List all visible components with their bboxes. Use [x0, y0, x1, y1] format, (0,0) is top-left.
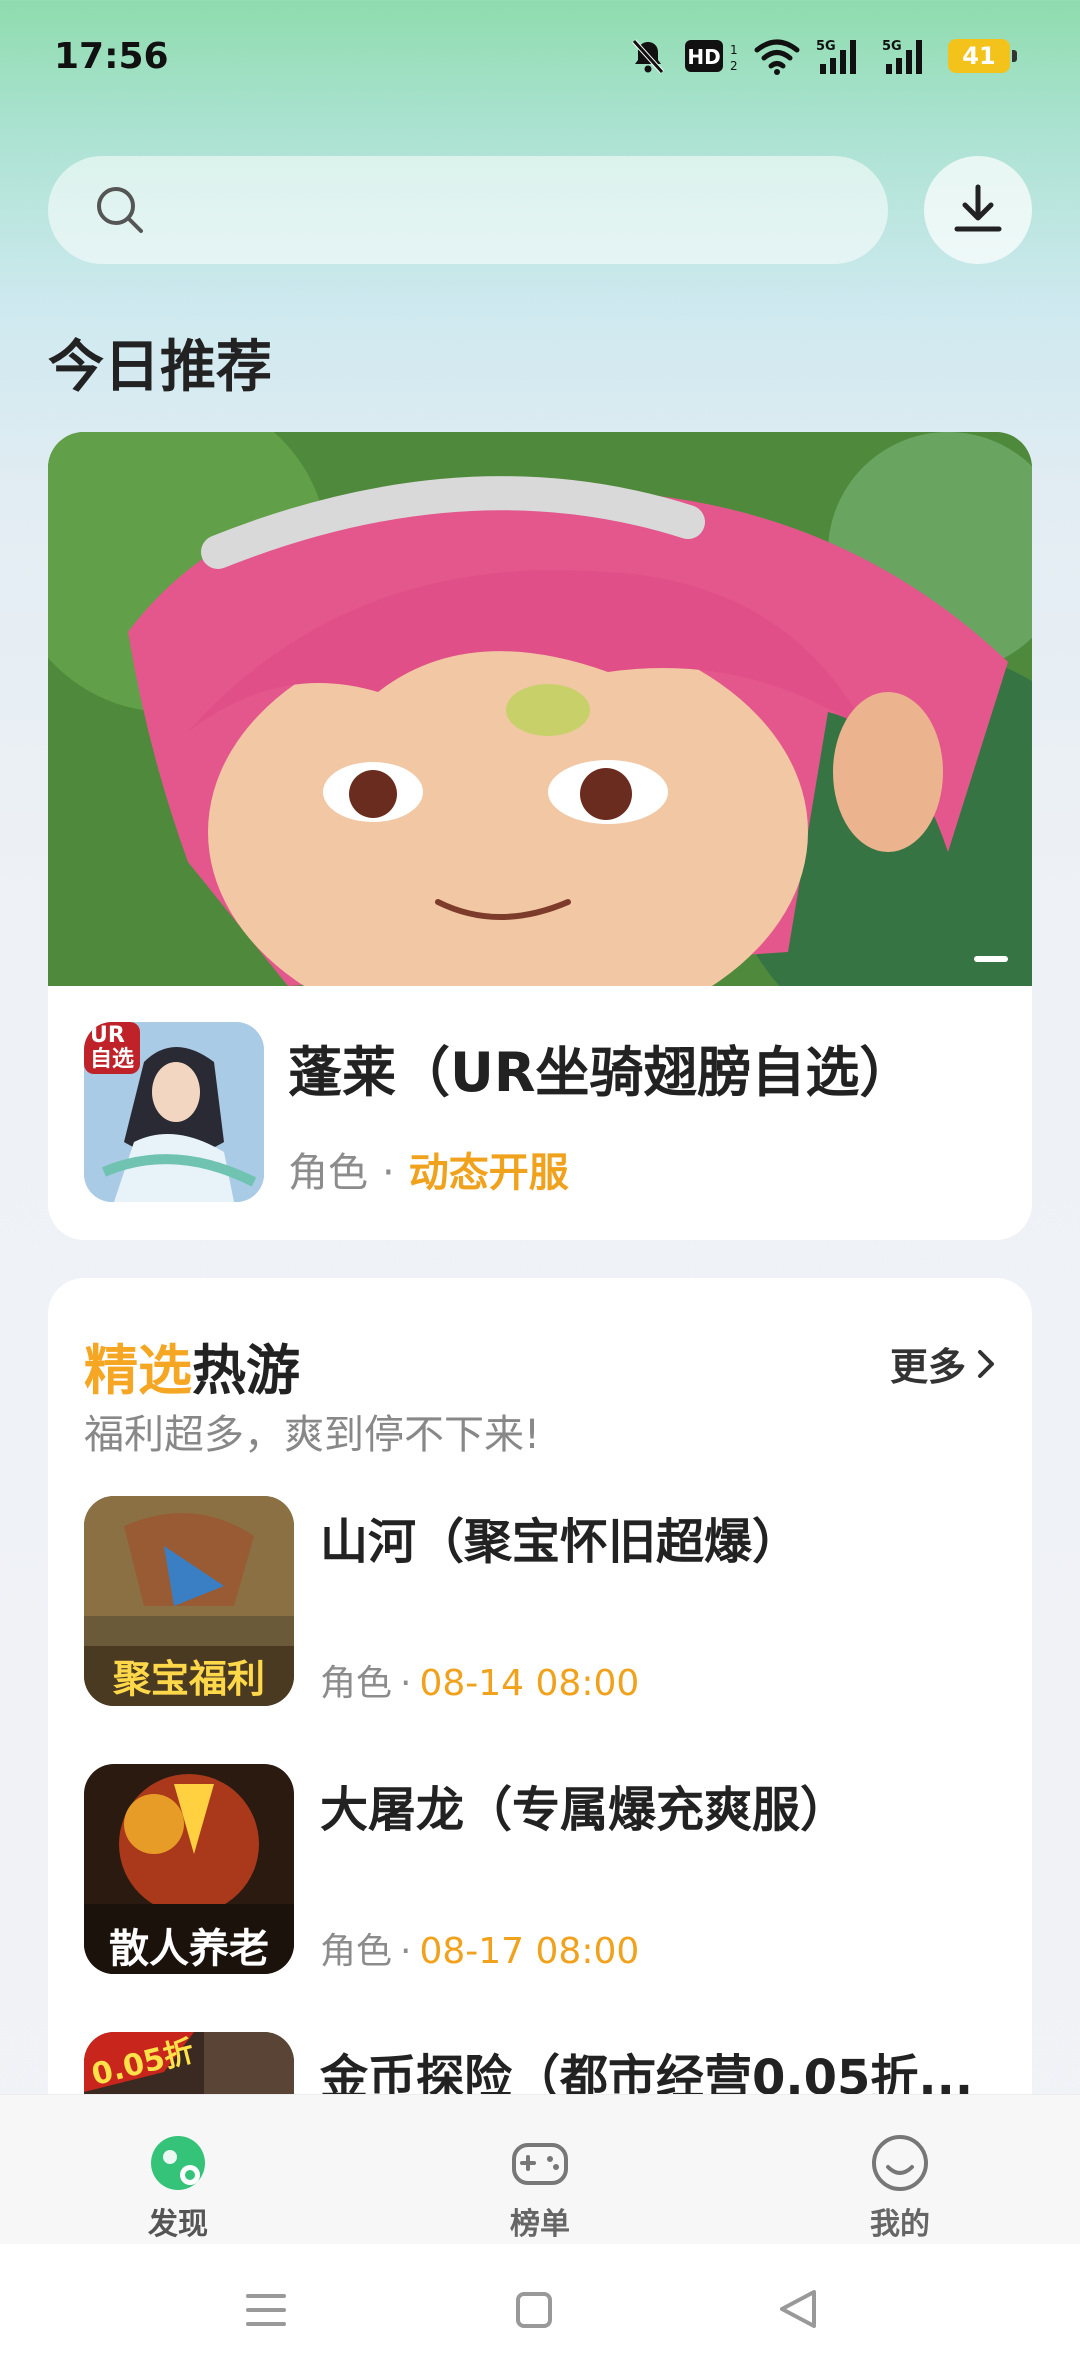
search-input[interactable]: [48, 156, 888, 264]
hot-title-rest: 热游: [192, 1339, 300, 1402]
game-meta: 角色 · 08-17 08:00: [320, 1922, 639, 1974]
nav-item-mine[interactable]: 我的: [800, 2095, 1000, 2245]
system-nav-bar: [0, 2244, 1080, 2376]
signal-5g-icon: 5G: [816, 39, 856, 74]
download-button[interactable]: [924, 156, 1032, 264]
more-label: 更多: [889, 1345, 966, 1389]
game-category: 角色: [320, 1931, 393, 1972]
wifi-icon: [754, 39, 800, 75]
game-icon[interactable]: 聚宝福利: [84, 1496, 294, 1706]
nav-label: 榜单: [510, 2207, 570, 2242]
nav-label: 我的: [870, 2207, 930, 2242]
hd-icon: HD 1 2: [685, 40, 738, 73]
hot-title-highlight: 精选: [84, 1339, 192, 1402]
signal-5g-icon: 5G: [882, 39, 922, 74]
smiley-icon: [872, 2135, 928, 2191]
download-icon: [954, 184, 1002, 232]
featured-game-meta: 角色 · 动态开服: [288, 1140, 569, 1198]
game-category: 角色: [320, 1663, 393, 1704]
hot-section-subtitle: 福利超多，爽到停不下来!: [84, 1412, 541, 1458]
svg-text:5G: 5G: [816, 39, 836, 54]
featured-game-category: 角色: [288, 1150, 368, 1196]
hot-section-title: 精选热游: [84, 1326, 300, 1405]
search-icon: [97, 187, 143, 233]
banner-page-indicator: [974, 956, 1008, 962]
game-icon-text: 散人养老: [109, 1926, 269, 1972]
game-list-item[interactable]: 散人养老 大屠龙（专属爆充爽服） 角色 · 08-17 08:00: [84, 1764, 996, 1974]
battery-indicator: 41: [948, 39, 1017, 73]
featured-game-card[interactable]: UR自选 蓬莱（UR坐骑翅膀自选） 角色 · 动态开服: [48, 432, 1032, 1240]
home-icon[interactable]: [514, 2290, 554, 2330]
nav-item-discover[interactable]: 发现: [78, 2095, 278, 2245]
status-time: 17:56: [54, 36, 169, 77]
svg-text:5G: 5G: [882, 39, 902, 54]
meta-separator: ·: [400, 1663, 412, 1704]
game-meta: 角色 · 08-14 08:00: [320, 1654, 639, 1706]
section-title: 今日推荐: [48, 335, 272, 400]
game-name[interactable]: 山河（聚宝怀旧超爆）: [320, 1502, 800, 1572]
game-name[interactable]: 大屠龙（专属爆充爽服）: [320, 1770, 848, 1840]
game-icon[interactable]: 散人养老: [84, 1764, 294, 1974]
game-icon-text: 聚宝福利: [112, 1657, 265, 1701]
back-icon[interactable]: [776, 2286, 820, 2332]
nav-item-ranking[interactable]: 榜单: [440, 2095, 640, 2245]
svg-text:HD: HD: [687, 45, 720, 69]
discover-icon: [151, 2136, 205, 2190]
svg-text:1: 1: [730, 43, 738, 57]
menu-icon[interactable]: [244, 2290, 288, 2330]
bottom-nav: 发现 榜单 我的: [0, 2094, 1080, 2245]
svg-text:2: 2: [730, 59, 738, 73]
more-button[interactable]: 更多: [890, 1336, 998, 1391]
battery-level: 41: [962, 42, 996, 70]
meta-separator: ·: [400, 1931, 412, 1972]
meta-separator: ·: [382, 1150, 395, 1196]
game-open-time: 08-14 08:00: [419, 1663, 640, 1704]
banner-artwork: [48, 432, 1032, 986]
featured-banner[interactable]: [48, 432, 1032, 986]
gamepad-icon: [512, 2143, 568, 2185]
featured-icon-badge: UR自选: [90, 1023, 135, 1072]
featured-game-icon[interactable]: UR自选: [84, 1022, 264, 1202]
game-open-time: 08-17 08:00: [419, 1931, 640, 1972]
chevron-right-icon: [978, 1349, 994, 1378]
status-icons: HD 1 2 5G 5G 41: [628, 34, 1017, 78]
featured-game-name[interactable]: 蓬莱（UR坐骑翅膀自选）: [288, 1028, 913, 1107]
game-list-item[interactable]: 聚宝福利 山河（聚宝怀旧超爆） 角色 · 08-14 08:00: [84, 1496, 996, 1706]
featured-game-tag: 动态开服: [408, 1150, 569, 1196]
nav-label: 发现: [148, 2207, 208, 2242]
mute-bell-icon: [632, 39, 664, 74]
